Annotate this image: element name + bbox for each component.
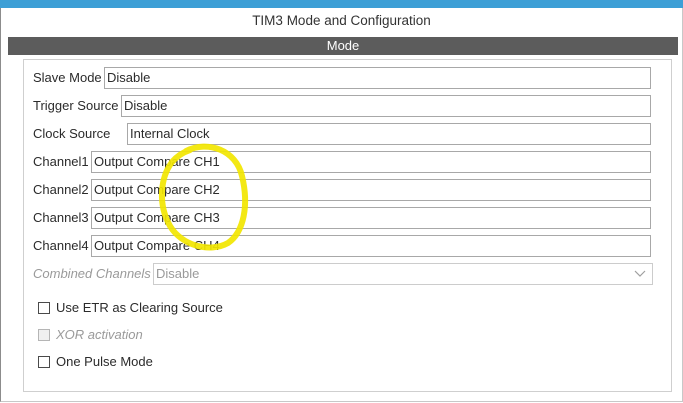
one-pulse-mode-checkbox-box[interactable] <box>38 356 50 368</box>
config-window: TIM3 Mode and Configuration Mode Slave M… <box>0 8 683 402</box>
combined-channels-select[interactable]: Disable <box>153 263 653 285</box>
channel4-label: Channel4 <box>33 238 89 253</box>
combined-channels-label: Combined Channels <box>33 266 151 281</box>
slave-mode-select[interactable]: Disable <box>104 67 651 89</box>
use-etr-label: Use ETR as Clearing Source <box>56 300 223 315</box>
clock-source-select[interactable]: Internal Clock <box>127 123 651 145</box>
channel3-select[interactable]: Output Compare CH3 <box>91 207 651 229</box>
channel1-label: Channel1 <box>33 154 89 169</box>
clock-source-label: Clock Source <box>33 126 111 141</box>
trigger-source-label: Trigger Source <box>33 98 119 113</box>
mode-panel: Slave Mode Disable Trigger Source Disabl… <box>23 59 672 392</box>
channel3-label: Channel3 <box>33 210 89 225</box>
section-header-mode[interactable]: Mode <box>8 37 678 55</box>
slave-mode-label: Slave Mode <box>33 70 102 85</box>
xor-activation-checkbox-box <box>38 329 50 341</box>
combined-channels-value: Disable <box>156 266 200 281</box>
channel2-select[interactable]: Output Compare CH2 <box>91 179 651 201</box>
one-pulse-mode-label: One Pulse Mode <box>56 354 153 369</box>
trigger-source-select[interactable]: Disable <box>121 95 651 117</box>
channel1-select[interactable]: Output Compare CH1 <box>91 151 651 173</box>
xor-activation-label: XOR activation <box>56 327 143 342</box>
channel2-label: Channel2 <box>33 182 89 197</box>
chevron-down-icon <box>634 270 646 277</box>
window-accent-strip <box>0 0 683 8</box>
use-etr-checkbox-box[interactable] <box>38 302 50 314</box>
window-title: TIM3 Mode and Configuration <box>252 13 431 28</box>
channel4-select[interactable]: Output Compare CH4 <box>91 235 651 257</box>
